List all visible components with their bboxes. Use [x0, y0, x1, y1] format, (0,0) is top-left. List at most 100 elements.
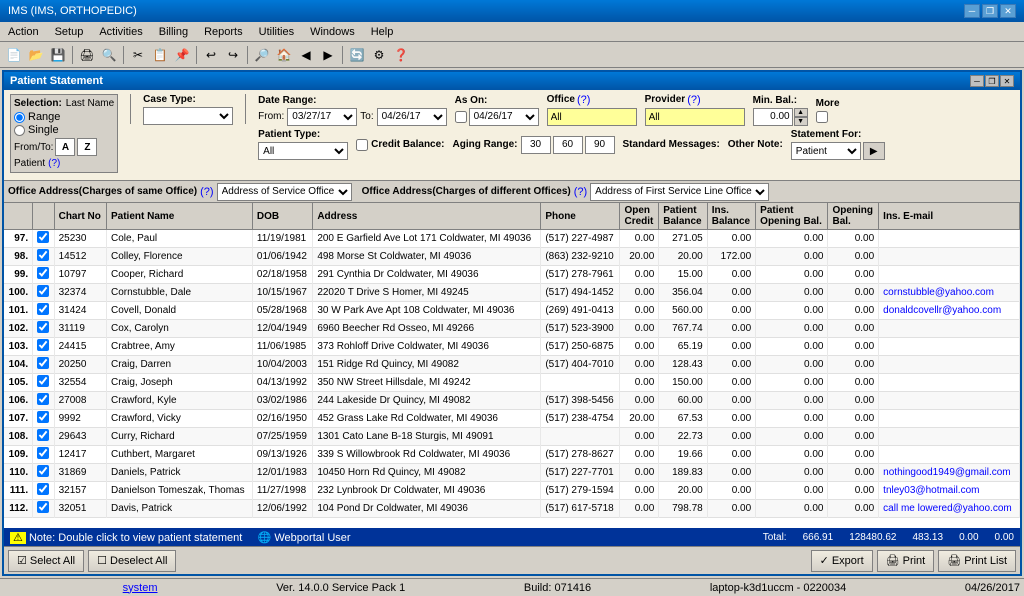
- table-row[interactable]: 105. 32554 Craig, Joseph 04/13/1992 350 …: [4, 374, 1020, 392]
- table-row[interactable]: 98. 14512 Colley, Florence 01/06/1942 49…: [4, 248, 1020, 266]
- deselect-all-button[interactable]: ☐ Deselect All: [88, 550, 176, 572]
- table-row[interactable]: 101. 31424 Covell, Donald 05/28/1968 30 …: [4, 302, 1020, 320]
- row-checkbox[interactable]: [37, 249, 49, 261]
- table-row[interactable]: 102. 31119 Cox, Carolyn 12/04/1949 6960 …: [4, 320, 1020, 338]
- from-az-btn[interactable]: A: [55, 138, 75, 156]
- toolbar-cut[interactable]: ✂: [128, 45, 148, 65]
- credit-balance-checkbox[interactable]: [356, 139, 368, 151]
- row-checkbox-cell[interactable]: [33, 266, 54, 284]
- row-checkbox-cell[interactable]: [33, 248, 54, 266]
- toolbar-paste[interactable]: 📌: [172, 45, 192, 65]
- provider-input[interactable]: [645, 108, 745, 126]
- print-list-button[interactable]: 🖨 Print List: [938, 550, 1016, 572]
- menu-activities[interactable]: Activities: [95, 25, 146, 39]
- table-row[interactable]: 106. 27008 Crawford, Kyle 03/02/1986 244…: [4, 392, 1020, 410]
- table-row[interactable]: 104. 20250 Craig, Darren 10/04/2003 151 …: [4, 356, 1020, 374]
- aging-30[interactable]: [521, 136, 551, 154]
- min-bal-input[interactable]: [753, 108, 793, 126]
- toolbar-preview[interactable]: 🔍: [99, 45, 119, 65]
- same-office-select[interactable]: Address of Service Office: [217, 183, 352, 201]
- toolbar-settings[interactable]: ⚙: [369, 45, 389, 65]
- range-radio-label[interactable]: Range: [14, 111, 114, 123]
- menu-windows[interactable]: Windows: [306, 25, 359, 39]
- row-checkbox[interactable]: [37, 303, 49, 315]
- app-system-link[interactable]: system: [123, 582, 158, 594]
- table-row[interactable]: 99. 10797 Cooper, Richard 02/18/1958 291…: [4, 266, 1020, 284]
- select-all-button[interactable]: ☑ Select All: [8, 550, 84, 572]
- menu-setup[interactable]: Setup: [51, 25, 88, 39]
- row-checkbox-cell[interactable]: [33, 374, 54, 392]
- print-button[interactable]: 🖨 Print: [877, 550, 935, 572]
- row-checkbox-cell[interactable]: [33, 428, 54, 446]
- provider-q[interactable]: (?): [687, 94, 700, 106]
- row-checkbox[interactable]: [37, 447, 49, 459]
- row-checkbox-cell[interactable]: [33, 482, 54, 500]
- row-checkbox[interactable]: [37, 465, 49, 477]
- table-row[interactable]: 103. 24415 Crabtree, Amy 11/06/1985 373 …: [4, 338, 1020, 356]
- office-q[interactable]: (?): [577, 94, 590, 106]
- to-az-btn[interactable]: Z: [77, 138, 97, 156]
- menu-action[interactable]: Action: [4, 25, 43, 39]
- table-row[interactable]: 111. 32157 Danielson Tomeszak, Thomas 11…: [4, 482, 1020, 500]
- table-row[interactable]: 108. 29643 Curry, Richard 07/25/1959 130…: [4, 428, 1020, 446]
- table-row[interactable]: 100. 32374 Cornstubble, Dale 10/15/1967 …: [4, 284, 1020, 302]
- row-checkbox-cell[interactable]: [33, 464, 54, 482]
- aging-90[interactable]: [585, 136, 615, 154]
- ps-restore[interactable]: ❐: [985, 75, 999, 87]
- single-radio-label[interactable]: Single: [14, 124, 114, 136]
- table-row[interactable]: 107. 9992 Crawford, Vicky 02/16/1950 452…: [4, 410, 1020, 428]
- toolbar-forward[interactable]: ▶: [318, 45, 338, 65]
- range-radio[interactable]: [14, 112, 25, 123]
- spin-up[interactable]: ▲: [794, 108, 808, 117]
- toolbar-back[interactable]: ◀: [296, 45, 316, 65]
- row-checkbox-cell[interactable]: [33, 500, 54, 518]
- menu-utilities[interactable]: Utilities: [255, 25, 298, 39]
- row-checkbox[interactable]: [37, 483, 49, 495]
- row-checkbox-cell[interactable]: [33, 446, 54, 464]
- row-checkbox[interactable]: [37, 411, 49, 423]
- office-input[interactable]: [547, 108, 637, 126]
- ps-close[interactable]: ✕: [1000, 75, 1014, 87]
- menu-help[interactable]: Help: [367, 25, 398, 39]
- menu-reports[interactable]: Reports: [200, 25, 247, 39]
- toolbar-print[interactable]: 🖨: [77, 45, 97, 65]
- row-checkbox[interactable]: [37, 321, 49, 333]
- row-checkbox[interactable]: [37, 429, 49, 441]
- row-checkbox-cell[interactable]: [33, 302, 54, 320]
- case-type-select[interactable]: [143, 107, 233, 125]
- row-checkbox-cell[interactable]: [33, 230, 54, 248]
- toolbar-save[interactable]: 💾: [48, 45, 68, 65]
- more-checkbox[interactable]: [816, 111, 828, 123]
- to-date-select[interactable]: 04/26/17: [377, 108, 447, 126]
- same-office-q[interactable]: (?): [200, 186, 213, 198]
- row-checkbox[interactable]: [37, 339, 49, 351]
- minimize-button[interactable]: ─: [964, 4, 980, 18]
- ps-minimize[interactable]: ─: [970, 75, 984, 87]
- toolbar-undo[interactable]: ↩: [201, 45, 221, 65]
- toolbar-search[interactable]: 🔎: [252, 45, 272, 65]
- row-checkbox-cell[interactable]: [33, 284, 54, 302]
- row-checkbox-cell[interactable]: [33, 356, 54, 374]
- row-checkbox[interactable]: [37, 393, 49, 405]
- toolbar-copy[interactable]: 📋: [150, 45, 170, 65]
- row-checkbox[interactable]: [37, 357, 49, 369]
- statement-for-select[interactable]: Patient: [791, 142, 861, 160]
- toolbar-refresh[interactable]: 🔄: [347, 45, 367, 65]
- spin-down[interactable]: ▼: [794, 117, 808, 126]
- as-on-checkbox[interactable]: [455, 111, 467, 123]
- row-checkbox[interactable]: [37, 267, 49, 279]
- row-checkbox[interactable]: [37, 231, 49, 243]
- close-button[interactable]: ✕: [1000, 4, 1016, 18]
- toolbar-home[interactable]: 🏠: [274, 45, 294, 65]
- statement-go-btn[interactable]: ▶: [863, 142, 885, 160]
- row-checkbox[interactable]: [37, 375, 49, 387]
- menu-billing[interactable]: Billing: [155, 25, 192, 39]
- row-checkbox-cell[interactable]: [33, 410, 54, 428]
- toolbar-open[interactable]: 📂: [26, 45, 46, 65]
- table-row[interactable]: 97. 25230 Cole, Paul 11/19/1981 200 E Ga…: [4, 230, 1020, 248]
- from-date-select[interactable]: 03/27/17: [287, 108, 357, 126]
- diff-office-select[interactable]: Address of First Service Line Office: [590, 183, 769, 201]
- toolbar-help[interactable]: ❓: [391, 45, 411, 65]
- aging-60[interactable]: [553, 136, 583, 154]
- diff-office-q[interactable]: (?): [574, 186, 587, 198]
